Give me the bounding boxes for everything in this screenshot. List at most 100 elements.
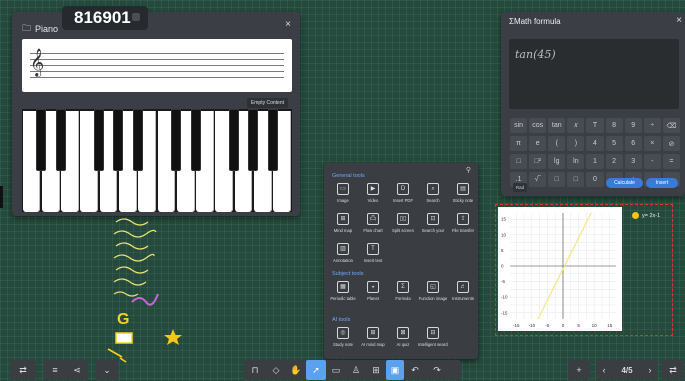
keypad-key[interactable]: 5 <box>605 136 623 151</box>
keypad-key[interactable]: = <box>662 154 680 169</box>
tool-split-screen[interactable]: ▯▯ Split screen <box>388 213 418 233</box>
tool-ai-note[interactable]: ◎ Study note <box>328 327 358 347</box>
calculate-button[interactable]: Calculate <box>606 178 643 188</box>
keypad-key[interactable]: ( <box>548 136 566 151</box>
piano-panel: 🗀 Piano × 𝄞 Empty Content <box>12 12 300 216</box>
tool-image[interactable]: ▭ Image <box>328 183 358 203</box>
keypad-key[interactable]: ⌫ <box>662 118 680 133</box>
keypad-key[interactable]: sin <box>510 118 528 133</box>
tool-mind-map[interactable]: ⊞ Mind map <box>328 213 358 233</box>
menu-icon[interactable]: ≡ <box>44 360 66 380</box>
tool-planet[interactable]: ◒ Planet <box>358 281 388 301</box>
keypad-key[interactable]: ÷ <box>643 118 661 133</box>
switch-side-icon[interactable]: ⇄ <box>10 360 36 380</box>
table-icon[interactable]: ⊞ <box>366 360 386 380</box>
redo-icon[interactable]: ↷ <box>426 360 448 380</box>
keypad-key[interactable]: 2 <box>605 154 623 169</box>
keypad-key[interactable]: lg <box>548 154 566 169</box>
empty-content-button[interactable]: Empty Content <box>246 98 288 108</box>
keypad-key[interactable]: T <box>586 118 604 133</box>
share-icon[interactable]: ⋖ <box>66 360 88 380</box>
ruler-icon[interactable]: ▭ <box>326 360 346 380</box>
tool-annotation[interactable]: ▥ Annotation <box>328 243 358 263</box>
keypad-key[interactable]: □ <box>548 172 566 187</box>
piano-black-key[interactable] <box>36 109 47 171</box>
piano-black-key[interactable] <box>132 109 143 171</box>
keypad-key[interactable]: × <box>643 136 661 151</box>
tool-video[interactable]: ▶ Video <box>358 183 388 203</box>
tool-periodic-table[interactable]: ▦ Periodic table <box>328 281 358 301</box>
formula-input[interactable]: tan(45) <box>509 39 679 109</box>
tool-file-transfer[interactable]: ⇪ File transfer <box>448 213 478 233</box>
tool-formula[interactable]: Σ Formula <box>388 281 418 301</box>
piano-black-key[interactable] <box>55 109 66 171</box>
keypad-key[interactable]: □ <box>510 154 528 169</box>
piano-black-key[interactable] <box>229 109 240 171</box>
pan-hand-icon[interactable]: ✋ <box>286 360 306 380</box>
collapse-group: ⌄ <box>96 360 118 380</box>
piano-black-key[interactable] <box>267 109 278 171</box>
keypad-key[interactable]: 6 <box>624 136 642 151</box>
shapes-icon[interactable]: ♙ <box>346 360 366 380</box>
select-pointer-icon[interactable]: ➚ <box>306 360 326 380</box>
piano-black-key[interactable] <box>171 109 182 171</box>
keypad-key[interactable]: - <box>643 154 661 169</box>
math-close-button[interactable]: × <box>676 15 682 26</box>
tool-ai-quiz[interactable]: ⊠ AI quiz <box>388 327 418 347</box>
piano-close-button[interactable]: × <box>285 19 291 30</box>
copy-icon[interactable] <box>132 13 140 21</box>
tool-intelligent-search[interactable]: ⊟ Intelligent search <box>418 327 448 347</box>
staff-line <box>30 65 284 66</box>
piano-black-key[interactable] <box>94 109 105 171</box>
piano-black-key[interactable] <box>248 109 259 171</box>
side-drawer-handle[interactable] <box>0 186 3 208</box>
keypad-key[interactable]: √‾ <box>529 172 547 187</box>
tool-sticky-note[interactable]: ▤ Sticky note <box>448 183 478 203</box>
keypad-key[interactable]: ln <box>567 154 585 169</box>
keypad-key[interactable]: ) <box>567 136 585 151</box>
tool-flow-chart[interactable]: 凸 Flow chart <box>358 213 388 233</box>
pin-icon[interactable]: ⚲ <box>466 166 471 174</box>
text-icon: T <box>367 243 379 255</box>
tool-ai-mind-map[interactable]: ⊞ AI mind map <box>358 327 388 347</box>
insert-button[interactable]: Insert <box>646 178 678 188</box>
keypad-key[interactable]: 3 <box>624 154 642 169</box>
piano-keyboard <box>22 109 292 212</box>
piano-black-key[interactable] <box>113 109 124 171</box>
keypad-key[interactable]: 8 <box>605 118 623 133</box>
keypad-key[interactable]: 0 <box>586 172 604 187</box>
tool-instruments[interactable]: ♬ Instruments <box>448 281 478 301</box>
tool-text[interactable]: T Insert text <box>358 243 388 263</box>
tool-function-image[interactable]: ◱ Function image <box>418 281 448 301</box>
keypad-key[interactable]: 4 <box>586 136 604 151</box>
keypad-key[interactable]: tan <box>548 118 566 133</box>
keypad-key[interactable]: cos <box>529 118 547 133</box>
prev-page-icon[interactable]: ‹ <box>596 360 612 380</box>
screen-search-icon: ⊡ <box>427 213 439 225</box>
keypad-key[interactable]: □² <box>529 154 547 169</box>
keypad-key[interactable]: ⊘ <box>662 136 680 151</box>
chevron-down-icon[interactable]: ⌄ <box>96 360 118 380</box>
toolbox-icon[interactable]: ▣ <box>386 360 404 380</box>
handwriting-doodles[interactable]: G <box>100 212 190 367</box>
flow-chart-icon: 凸 <box>367 213 379 225</box>
function-graph[interactable]: -15 -10 -5 0 5 10 15 15 10 5 0 -5 -10 -15 <box>498 207 622 331</box>
keypad-key[interactable]: 9 <box>624 118 642 133</box>
add-page-icon[interactable]: + <box>568 360 590 380</box>
lock-icon[interactable]: ⊓ <box>244 360 266 380</box>
keypad-key[interactable]: 1 <box>586 154 604 169</box>
keypad-key[interactable]: e <box>529 136 547 151</box>
keypad-key[interactable]: π <box>510 136 528 151</box>
tool-screen-search[interactable]: ⊡ Search your <box>418 213 448 233</box>
eraser-icon[interactable]: ◇ <box>266 360 286 380</box>
keypad-key[interactable]: 𝑥 <box>567 118 585 133</box>
music-staff: 𝄞 <box>22 39 292 92</box>
rad-toggle[interactable]: Rad <box>513 183 527 192</box>
tool-pdf[interactable]: D Insert PDF <box>388 183 418 203</box>
undo-icon[interactable]: ↶ <box>404 360 426 380</box>
switch-side-icon[interactable]: ⇄ <box>662 360 684 380</box>
piano-black-key[interactable] <box>190 109 201 171</box>
next-page-icon[interactable]: › <box>642 360 658 380</box>
tool-search[interactable]: ⌕ Search <box>418 183 448 203</box>
keypad-key[interactable]: □ <box>567 172 585 187</box>
